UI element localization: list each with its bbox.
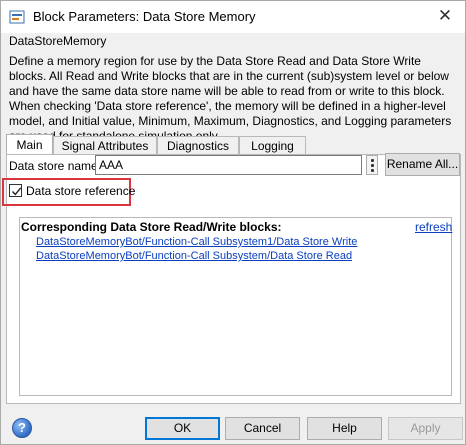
block-type-name: DataStoreMemory bbox=[9, 34, 107, 48]
block-parameters-dialog: Block Parameters: Data Store Memory ✕ Da… bbox=[0, 0, 466, 445]
block-description: Define a memory region for use by the Da… bbox=[9, 54, 452, 143]
tab-diagnostics[interactable]: Diagnostics bbox=[157, 136, 239, 155]
data-store-name-input[interactable] bbox=[95, 155, 362, 175]
help-button[interactable]: Help bbox=[307, 417, 382, 440]
ok-button[interactable]: OK bbox=[145, 417, 220, 440]
corresponding-blocks-heading: Corresponding Data Store Read/Write bloc… bbox=[21, 220, 282, 234]
simulink-block-icon bbox=[9, 9, 25, 25]
more-options-icon[interactable] bbox=[366, 155, 378, 175]
rename-all-button[interactable]: Rename All... bbox=[385, 153, 460, 176]
data-store-read-link[interactable]: DataStoreMemoryBot/Function-Call Subsyst… bbox=[36, 250, 352, 262]
title-bar: Block Parameters: Data Store Memory ✕ bbox=[1, 1, 465, 33]
cancel-button[interactable]: Cancel bbox=[225, 417, 300, 440]
data-store-write-link[interactable]: DataStoreMemoryBot/Function-Call Subsyst… bbox=[36, 236, 357, 248]
data-store-reference-label[interactable]: Data store reference bbox=[26, 184, 135, 198]
window-title: Block Parameters: Data Store Memory bbox=[33, 9, 256, 24]
help-icon[interactable]: ? bbox=[12, 418, 32, 438]
data-store-reference-checkbox[interactable] bbox=[9, 184, 22, 197]
tab-main[interactable]: Main bbox=[6, 134, 53, 156]
data-store-name-label: Data store name: bbox=[9, 159, 102, 173]
close-icon[interactable]: ✕ bbox=[435, 7, 455, 25]
apply-button[interactable]: Apply bbox=[388, 417, 463, 440]
tab-signal-attributes[interactable]: Signal Attributes bbox=[53, 136, 157, 155]
refresh-link[interactable]: refresh bbox=[415, 220, 452, 234]
tab-logging[interactable]: Logging bbox=[239, 136, 306, 155]
checkmark-icon bbox=[11, 187, 22, 196]
